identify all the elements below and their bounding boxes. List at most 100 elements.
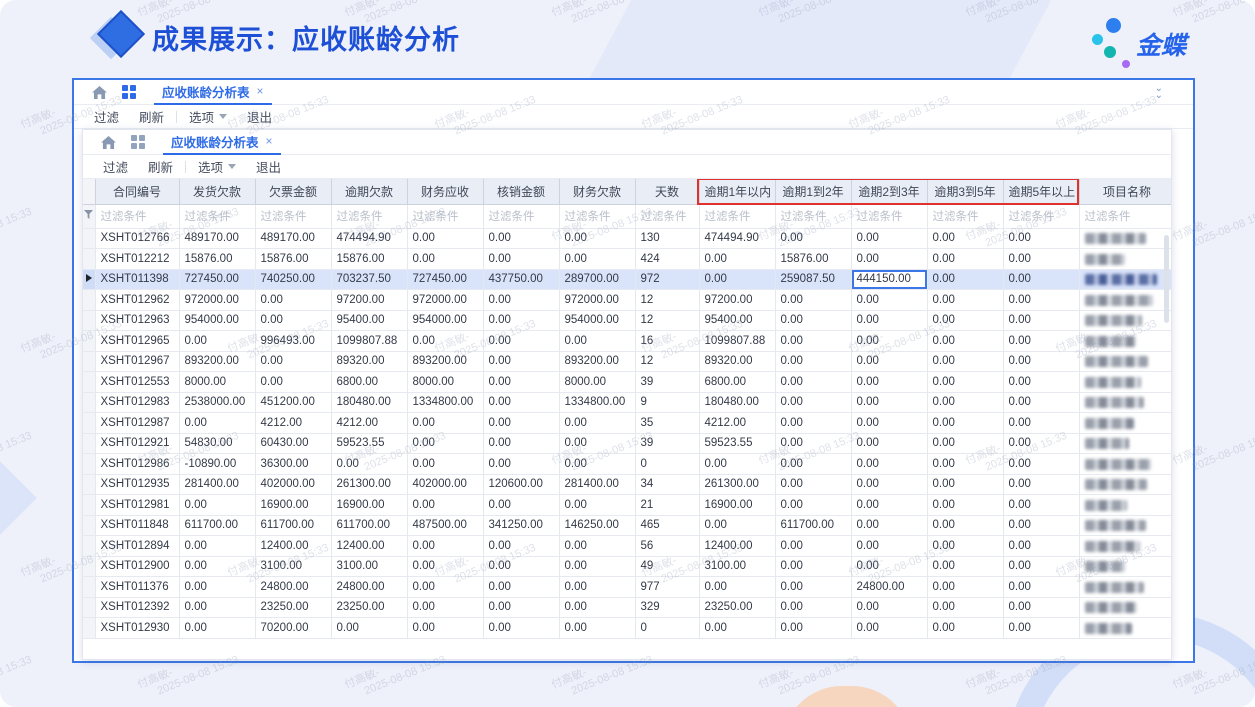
table-cell[interactable]: 972000.00 bbox=[559, 290, 635, 311]
table-cell[interactable]: 49 bbox=[635, 556, 699, 577]
table-cell[interactable]: 16900.00 bbox=[331, 495, 407, 516]
cell-project-name-redacted[interactable] bbox=[1079, 269, 1171, 290]
table-cell[interactable]: 0.00 bbox=[483, 290, 559, 311]
table-cell[interactable]: 0.00 bbox=[407, 433, 483, 454]
table-cell[interactable]: 0.00 bbox=[1003, 372, 1079, 393]
table-cell[interactable]: 0.00 bbox=[851, 556, 927, 577]
table-cell[interactable]: 0.00 bbox=[775, 536, 851, 557]
table-cell[interactable]: 23250.00 bbox=[255, 597, 331, 618]
table-cell[interactable]: 0.00 bbox=[851, 290, 927, 311]
table-cell[interactable]: 289700.00 bbox=[559, 269, 635, 290]
table-cell[interactable]: 0.00 bbox=[775, 495, 851, 516]
tab-aging-report[interactable]: 应收账龄分析表 × bbox=[154, 80, 272, 105]
vertical-scrollbar[interactable] bbox=[1164, 235, 1169, 323]
filter-cell[interactable]: 过滤条件 bbox=[407, 204, 483, 228]
cell-project-name-redacted[interactable] bbox=[1079, 249, 1171, 270]
table-cell[interactable]: 0.00 bbox=[483, 577, 559, 598]
cell-project-name-redacted[interactable] bbox=[1079, 577, 1171, 598]
column-header[interactable]: 天数 bbox=[635, 179, 699, 204]
cell-contract-no[interactable]: XSHT012981 bbox=[95, 495, 179, 516]
cell-contract-no[interactable]: XSHT012900 bbox=[95, 556, 179, 577]
table-cell[interactable]: 56 bbox=[635, 536, 699, 557]
table-cell[interactable]: 0.00 bbox=[927, 474, 1003, 495]
cell-project-name-redacted[interactable] bbox=[1079, 228, 1171, 249]
table-cell[interactable]: 0.00 bbox=[483, 454, 559, 475]
options-dropdown[interactable]: 选项 bbox=[188, 157, 246, 176]
column-header[interactable]: 欠票金额 bbox=[255, 179, 331, 204]
table-cell[interactable]: 0.00 bbox=[255, 310, 331, 331]
table-cell[interactable]: 0.00 bbox=[775, 290, 851, 311]
cell-project-name-redacted[interactable] bbox=[1079, 392, 1171, 413]
cell-contract-no[interactable]: XSHT012894 bbox=[95, 536, 179, 557]
table-cell[interactable]: 0.00 bbox=[775, 351, 851, 372]
table-cell[interactable]: 0.00 bbox=[483, 413, 559, 434]
table-cell[interactable]: 0.00 bbox=[179, 577, 255, 598]
table-cell[interactable]: 0.00 bbox=[179, 495, 255, 516]
table-row[interactable]: XSHT012935281400.00402000.00261300.00402… bbox=[83, 474, 1171, 495]
filter-cell[interactable]: 过滤条件 bbox=[179, 204, 255, 228]
table-cell[interactable]: 0.00 bbox=[331, 618, 407, 639]
cell-contract-no[interactable]: XSHT012921 bbox=[95, 433, 179, 454]
table-cell[interactable]: 0.00 bbox=[483, 556, 559, 577]
table-cell[interactable]: 0.00 bbox=[483, 310, 559, 331]
column-header[interactable]: 逾期1到2年 bbox=[775, 179, 851, 204]
table-cell[interactable]: 0.00 bbox=[851, 310, 927, 331]
tab-aging-report[interactable]: 应收账龄分析表 × bbox=[163, 130, 281, 155]
table-cell[interactable]: 0.00 bbox=[483, 536, 559, 557]
table-cell[interactable]: 146250.00 bbox=[559, 515, 635, 536]
table-cell[interactable]: 0.00 bbox=[179, 618, 255, 639]
exit-button[interactable]: 退出 bbox=[246, 157, 291, 176]
table-cell[interactable]: 0.00 bbox=[927, 577, 1003, 598]
table-cell[interactable]: 3100.00 bbox=[699, 556, 775, 577]
table-cell[interactable]: 0.00 bbox=[699, 269, 775, 290]
filter-cell[interactable]: 过滤条件 bbox=[1079, 204, 1171, 228]
menu-grid-icon[interactable] bbox=[118, 82, 140, 102]
filter-cell[interactable]: 过滤条件 bbox=[851, 204, 927, 228]
table-row[interactable]: XSHT012967893200.000.0089320.00893200.00… bbox=[83, 351, 1171, 372]
table-cell[interactable]: 16900.00 bbox=[255, 495, 331, 516]
table-cell[interactable]: 0.00 bbox=[699, 249, 775, 270]
table-cell[interactable]: 36300.00 bbox=[255, 454, 331, 475]
column-header[interactable]: 项目名称 bbox=[1079, 179, 1171, 204]
table-cell[interactable]: 0.00 bbox=[559, 454, 635, 475]
table-cell[interactable]: 97200.00 bbox=[331, 290, 407, 311]
table-cell[interactable]: 474494.90 bbox=[331, 228, 407, 249]
table-cell[interactable]: 12 bbox=[635, 290, 699, 311]
table-cell[interactable]: 0.00 bbox=[559, 249, 635, 270]
table-cell[interactable]: 0.00 bbox=[1003, 433, 1079, 454]
table-row[interactable]: XSHT012963954000.000.0095400.00954000.00… bbox=[83, 310, 1171, 331]
table-row[interactable]: XSHT0129870.004212.004212.000.000.000.00… bbox=[83, 413, 1171, 434]
filter-cell[interactable]: 过滤条件 bbox=[775, 204, 851, 228]
table-cell[interactable]: 0.00 bbox=[559, 577, 635, 598]
cell-project-name-redacted[interactable] bbox=[1079, 413, 1171, 434]
table-cell[interactable]: 0.00 bbox=[927, 392, 1003, 413]
cell-contract-no[interactable]: XSHT011848 bbox=[95, 515, 179, 536]
cell-contract-no[interactable]: XSHT012212 bbox=[95, 249, 179, 270]
table-cell[interactable]: 489170.00 bbox=[179, 228, 255, 249]
filter-cell[interactable]: 过滤条件 bbox=[635, 204, 699, 228]
table-cell[interactable]: 0.00 bbox=[331, 454, 407, 475]
table-cell[interactable]: 727450.00 bbox=[179, 269, 255, 290]
table-cell[interactable]: 0.00 bbox=[483, 392, 559, 413]
table-cell[interactable]: 0.00 bbox=[407, 413, 483, 434]
table-cell[interactable]: 1334800.00 bbox=[559, 392, 635, 413]
table-cell[interactable]: 12400.00 bbox=[699, 536, 775, 557]
table-cell[interactable]: 0.00 bbox=[927, 331, 1003, 352]
table-cell[interactable]: 15876.00 bbox=[775, 249, 851, 270]
cell-project-name-redacted[interactable] bbox=[1079, 331, 1171, 352]
column-header[interactable]: 合同编号 bbox=[95, 179, 179, 204]
table-cell[interactable]: 424 bbox=[635, 249, 699, 270]
cell-contract-no[interactable]: XSHT012987 bbox=[95, 413, 179, 434]
table-cell[interactable]: 0.00 bbox=[1003, 269, 1079, 290]
table-cell[interactable]: 6800.00 bbox=[331, 372, 407, 393]
table-cell[interactable]: 0.00 bbox=[851, 433, 927, 454]
filter-button[interactable]: 过滤 bbox=[84, 107, 129, 126]
table-row[interactable]: XSHT012766489170.00489170.00474494.900.0… bbox=[83, 228, 1171, 249]
focused-cell[interactable]: 444150.00 bbox=[851, 269, 927, 290]
table-cell[interactable]: 261300.00 bbox=[699, 474, 775, 495]
cell-project-name-redacted[interactable] bbox=[1079, 556, 1171, 577]
table-row[interactable]: XSHT0128940.0012400.0012400.000.000.000.… bbox=[83, 536, 1171, 557]
filter-cell[interactable]: 过滤条件 bbox=[483, 204, 559, 228]
table-row[interactable]: XSHT012962972000.000.0097200.00972000.00… bbox=[83, 290, 1171, 311]
table-cell[interactable]: 261300.00 bbox=[331, 474, 407, 495]
